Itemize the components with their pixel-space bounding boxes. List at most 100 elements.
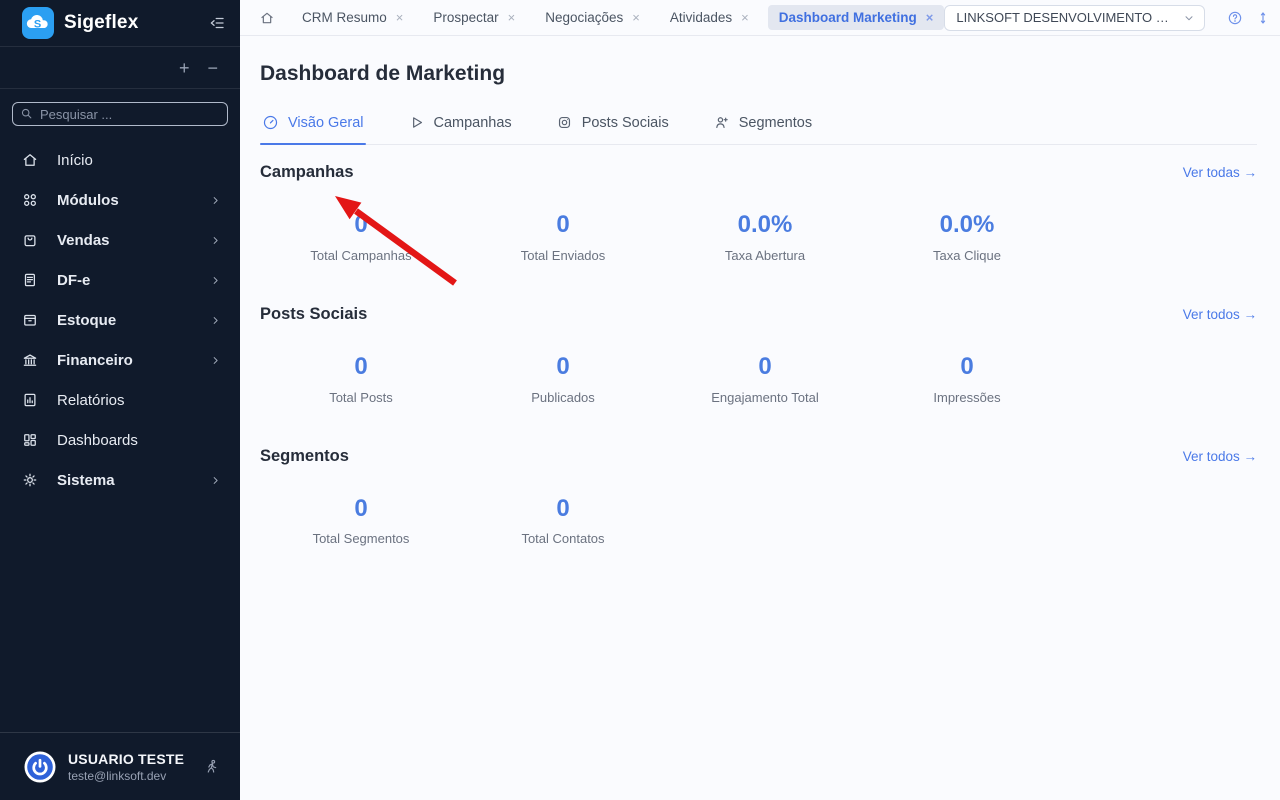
stat-value: 0.0% [664,211,866,240]
chevron-right-icon [209,234,222,247]
stat-label: Impressões [866,390,1068,405]
home-icon[interactable] [259,10,275,26]
sidebar-item-relatorios[interactable]: Relatórios [0,380,240,420]
stat-label: Engajamento Total [664,390,866,405]
topbar-tab-crm-resumo[interactable]: CRM Resumo× [291,5,414,30]
chevron-right-icon [209,474,222,487]
sidebar-item-inicio[interactable]: Início [0,140,240,180]
stat-impressoes: 0 Impressões [866,353,1068,405]
user-name: USUARIO TESTE [68,751,184,767]
arrows-vertical-icon[interactable] [1255,10,1271,26]
sidebar-collapse-icon[interactable] [208,14,226,32]
sidebar-item-label: DF-e [57,272,90,289]
close-icon[interactable]: × [632,11,640,24]
user-email: teste@linksoft.dev [68,769,184,783]
logout-icon[interactable] [203,758,220,775]
topbar-tab-label: Negociações [545,10,623,25]
sidebar-item-label: Financeiro [57,352,133,369]
stat-total-campanhas: 0Total Campanhas [260,211,462,263]
stat-value: 0 [260,495,462,524]
topbar-tab-atividades[interactable]: Atividades × [659,5,760,30]
stat-value: 0 [260,353,462,382]
close-icon[interactable]: × [396,11,404,24]
see-all-link[interactable]: Ver todos → [1183,449,1257,464]
stat-taxa-abertura: 0.0%Taxa Abertura [664,211,866,263]
stat-value: 0.0% [866,211,1068,240]
gauge-icon [262,114,279,131]
topbar-tab-negociacoes[interactable]: Negociações × [534,5,651,30]
topbar-tab-dashboard-marketing[interactable]: Dashboard Marketing× [768,5,945,30]
tab-label: Segmentos [739,115,812,131]
dashboard-icon [21,431,40,450]
topbar-tab-prospectar[interactable]: Prospectar × [422,5,526,30]
sidebar-search [12,102,228,126]
brand-name: Sigeflex [64,12,138,34]
section-posts-sociais: Posts SociaisVer todos →0Total Posts0Pub… [260,305,1257,405]
tab-label: Visão Geral [288,115,364,131]
close-icon[interactable]: × [741,11,749,24]
sidebar-item-estoque[interactable]: Estoque [0,300,240,340]
tab-visao-geral[interactable]: Visão Geral [260,107,366,144]
collapse-all-button[interactable]: − [205,59,220,77]
section-title: Posts Sociais [260,305,367,324]
sidebar-search-input[interactable] [12,102,228,126]
stat-value: 0 [866,353,1068,382]
chevron-right-icon [209,274,222,287]
stat-value: 0 [462,353,664,382]
tab-label: Posts Sociais [582,115,669,131]
stat-total-posts: 0 Total Posts [260,353,462,405]
social-post-icon [556,114,573,131]
sidebar-item-label: Estoque [57,312,116,329]
sidebar-nav: Início Módulos Vendas DF-e Estoque Financeiro… [0,130,240,732]
stat-total-contatos: 0 Total Contatos [462,495,664,547]
topbar-tab-label: Prospectar [433,10,498,25]
sidebar-item-label: Módulos [57,192,119,209]
topbar-right: LINKSOFT DESENVOLVIMENTO DE ... [944,5,1280,31]
stats-grid: 0Total Posts0Publicados0Engajamento Tota… [260,353,1257,405]
see-all-link[interactable]: Ver todos → [1183,307,1257,322]
topbar-tabs: CRM Resumo×Prospectar×Negociações×Ativid… [291,5,944,30]
sidebar-item-dashboards[interactable]: Dashboards [0,420,240,460]
sidebar-item-vendas[interactable]: Vendas [0,220,240,260]
topbar-icons [1227,9,1280,26]
section-head: Posts Sociais Ver todos → [260,305,1257,324]
sidebar-item-sistema[interactable]: Sistema [0,460,240,500]
help-icon[interactable] [1227,10,1243,26]
bank-icon [21,351,40,370]
users-icon [713,114,730,131]
sections: CampanhasVer todas →0Total Campanhas0Tot… [260,163,1257,546]
topbar-tab-label: Atividades [670,10,732,25]
section-head: CampanhasVer todas → [260,163,1257,182]
section-campanhas: CampanhasVer todas → 0Total Campanhas0Tot… [260,163,1257,263]
report-icon [21,391,40,410]
sidebar-item-financeiro[interactable]: Financeiro [0,340,240,380]
stat-label: Total Segmentos [260,531,462,546]
sidebar-item-modulos[interactable]: Módulos [0,180,240,220]
sidebar-item-label: Sistema [57,472,115,489]
sidebar-item-df-e[interactable]: DF-e [0,260,240,300]
chevron-right-icon [209,354,222,367]
topbar: CRM Resumo×Prospectar×Negociações×Ativid… [240,0,1280,36]
home-icon [21,151,40,170]
company-select-value: LINKSOFT DESENVOLVIMENTO DE ... [956,10,1177,25]
stat-publicados: 0Publicados [462,353,664,405]
tab-segmentos[interactable]: Segmentos [711,107,814,144]
chevron-right-icon [209,314,222,327]
stat-label: Total Contatos [462,531,664,546]
sidebar-item-label: Vendas [57,232,110,249]
close-icon[interactable]: × [508,11,516,24]
expand-all-button[interactable]: + [177,59,192,77]
stat-total-segmentos: 0 Total Segmentos [260,495,462,547]
stat-value: 0 [462,495,664,524]
tab-posts-sociais[interactable]: Posts Sociais [554,107,671,144]
see-all-link[interactable]: Ver todas → [1183,165,1257,180]
stats-grid: 0Total Campanhas0Total Enviados0.0%Taxa … [260,211,1257,263]
section-segmentos: SegmentosVer todos →0Total Segmentos0Tot… [260,447,1257,547]
company-select[interactable]: LINKSOFT DESENVOLVIMENTO DE ... [944,5,1205,31]
stat-label: Total Posts [260,390,462,405]
send-icon [408,114,425,131]
tab-campanhas[interactable]: Campanhas [406,107,514,144]
close-icon[interactable]: × [926,11,934,24]
chevron-right-icon [209,194,222,207]
sidebar-user: USUARIO TESTE teste@linksoft.dev [0,732,240,800]
